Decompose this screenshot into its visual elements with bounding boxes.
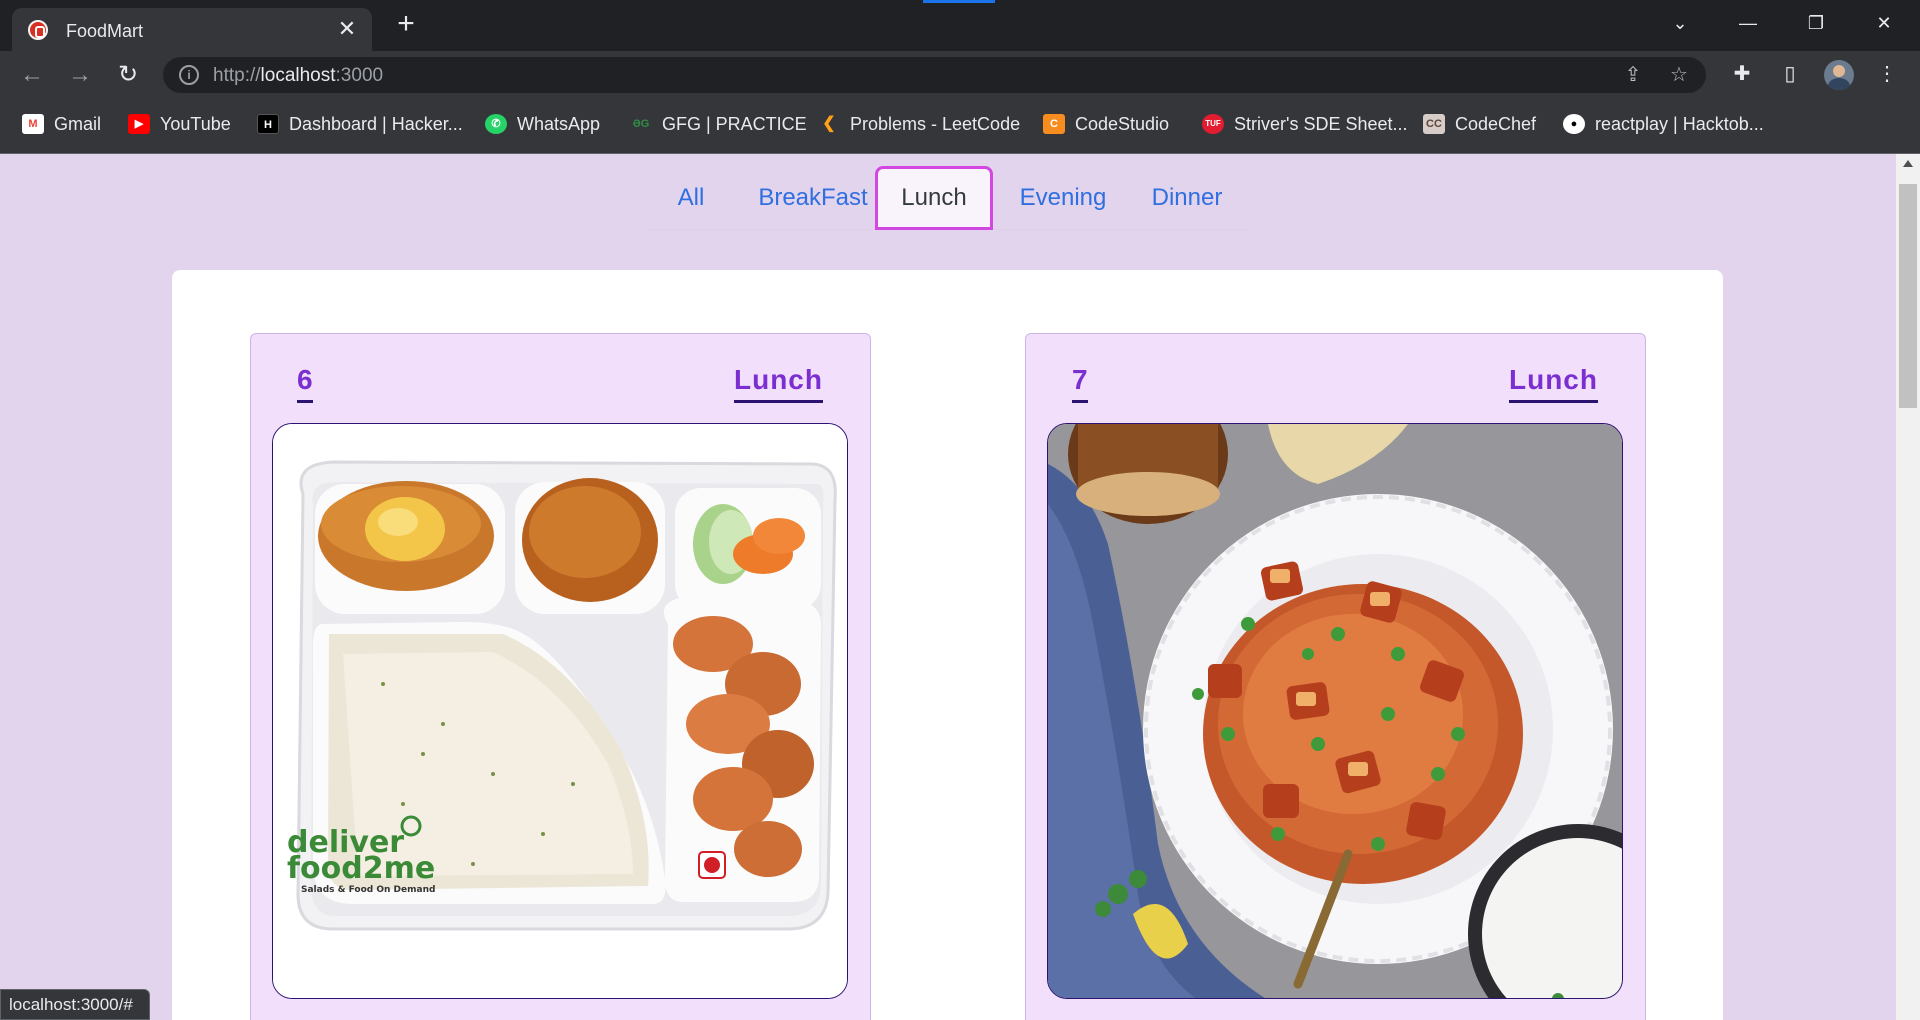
bookmark-codechef[interactable]: CC CodeChef: [1423, 112, 1536, 136]
gfg-icon: ƏG: [632, 118, 650, 130]
whatsapp-icon: ✆: [485, 114, 507, 134]
paneer-pulao-image: [1047, 423, 1623, 999]
window-close-button[interactable]: ✕: [1869, 8, 1899, 38]
filter-tab-breakfast[interactable]: BreakFast: [743, 166, 883, 230]
pulao-illustration: [1048, 424, 1622, 998]
browser-toolbar: ← → ↻ i http://localhost:3000 ⇪ ☆ ✚ ▯ ⋮: [0, 51, 1920, 98]
bookmark-reactplay[interactable]: ● reactplay | Hacktob...: [1563, 112, 1764, 136]
youtube-icon: ▶: [128, 114, 150, 134]
bookmark-label: WhatsApp: [517, 113, 601, 134]
bookmark-label: Problems - LeetCode: [850, 113, 1021, 134]
site-info-icon[interactable]: i: [179, 65, 199, 85]
reload-button[interactable]: ↻: [112, 59, 144, 91]
url-port: :3000: [335, 65, 384, 86]
profile-avatar[interactable]: [1824, 60, 1854, 90]
card-number: 6: [297, 364, 313, 403]
category-filter-tabs: All BreakFast Lunch Evening Dinner: [647, 166, 1252, 230]
tab-search-icon[interactable]: ⌄: [1665, 8, 1695, 38]
gmail-icon: M: [22, 114, 44, 134]
hackerrank-icon: H: [257, 114, 279, 134]
bookmark-label: CodeChef: [1455, 113, 1537, 134]
bookmark-label: Dashboard | Hacker...: [289, 113, 463, 134]
tab-title: FoodMart: [66, 21, 144, 41]
address-bar[interactable]: i http://localhost:3000 ⇪ ☆: [163, 57, 1706, 93]
tab-close-icon[interactable]: ✕: [336, 18, 358, 40]
scroll-up-arrow-icon[interactable]: [1903, 160, 1913, 167]
foodmart-favicon-icon: [28, 20, 48, 40]
bookmark-youtube[interactable]: ▶ YouTube: [128, 112, 231, 136]
card-category: Lunch: [1509, 364, 1598, 403]
extensions-puzzle-icon[interactable]: ✚: [1727, 59, 1757, 89]
tab-strip-indicator: [923, 0, 995, 3]
bookmark-leetcode[interactable]: ❮ Problems - LeetCode: [818, 112, 1020, 136]
bookmark-label: GFG | PRACTICE: [662, 113, 807, 134]
menu-kebab-icon[interactable]: ⋮: [1872, 59, 1902, 89]
bookmark-label: reactplay | Hacktob...: [1595, 113, 1764, 134]
url-host: localhost: [260, 65, 336, 86]
forward-button[interactable]: →: [64, 59, 96, 91]
link-status-bar: localhost:3000/#: [0, 989, 150, 1020]
bookmark-star-icon[interactable]: ☆: [1666, 62, 1692, 88]
back-button[interactable]: ←: [16, 59, 48, 91]
browser-tab[interactable]: FoodMart ✕: [12, 8, 372, 51]
codestudio-icon: C: [1043, 114, 1065, 134]
bookmark-codestudio[interactable]: C CodeStudio: [1043, 112, 1169, 136]
filter-tab-lunch[interactable]: Lunch: [875, 166, 993, 230]
minimize-button[interactable]: —: [1733, 8, 1763, 38]
bookmark-striver[interactable]: TUF Striver's SDE Sheet...: [1202, 112, 1408, 136]
lunch-thali-image: deliver food2me Salads & Food On Demand: [272, 423, 848, 999]
thali-illustration: deliver food2me Salads & Food On Demand: [273, 424, 847, 998]
address-url[interactable]: http://localhost:3000: [213, 65, 383, 87]
bookmark-label: YouTube: [160, 113, 231, 134]
bookmark-label: Gmail: [54, 113, 102, 134]
brand-logo-tagline: Salads & Food On Demand: [301, 885, 435, 895]
tuf-icon: TUF: [1202, 114, 1224, 134]
bookmark-hackerrank[interactable]: H Dashboard | Hacker...: [257, 112, 463, 136]
codechef-icon: CC: [1423, 114, 1445, 134]
filter-tab-dinner[interactable]: Dinner: [1137, 166, 1237, 230]
browser-titlebar: FoodMart ✕ + ⌄ — ❐ ✕: [0, 0, 1920, 51]
side-panel-icon[interactable]: ▯: [1775, 59, 1805, 89]
page-viewport: All BreakFast Lunch Evening Dinner 6 Lun…: [0, 154, 1896, 1020]
bookmark-whatsapp[interactable]: ✆ WhatsApp: [485, 112, 600, 136]
leetcode-icon: ❮: [822, 115, 836, 132]
restore-button[interactable]: ❐: [1801, 8, 1831, 38]
share-icon[interactable]: ⇪: [1620, 62, 1646, 88]
bookmark-gfg[interactable]: ƏG GFG | PRACTICE: [630, 112, 807, 136]
brand-logo-line2: food2me: [287, 851, 435, 886]
url-scheme: http://: [213, 65, 261, 86]
github-icon: ●: [1563, 114, 1585, 134]
bookmarks-bar: M Gmail ▶ YouTube H Dashboard | Hacker... ✆…: [0, 98, 1920, 154]
new-tab-button[interactable]: +: [392, 9, 420, 39]
bookmark-label: Striver's SDE Sheet...: [1234, 113, 1408, 134]
bookmark-label: CodeStudio: [1075, 113, 1170, 134]
filter-tab-evening[interactable]: Evening: [1005, 166, 1121, 230]
bookmark-gmail[interactable]: M Gmail: [22, 112, 101, 136]
scroll-thumb[interactable]: [1899, 184, 1917, 408]
menu-container: 6 Lunch deliver food2me Salads & Food On…: [172, 270, 1723, 1020]
menu-card[interactable]: 7 Lunch: [1025, 333, 1646, 1020]
filter-tab-all[interactable]: All: [661, 166, 721, 230]
card-category: Lunch: [734, 364, 823, 403]
page-scrollbar[interactable]: [1896, 154, 1920, 1020]
card-number: 7: [1072, 364, 1088, 403]
menu-card[interactable]: 6 Lunch deliver food2me Salads & Food On…: [250, 333, 871, 1020]
